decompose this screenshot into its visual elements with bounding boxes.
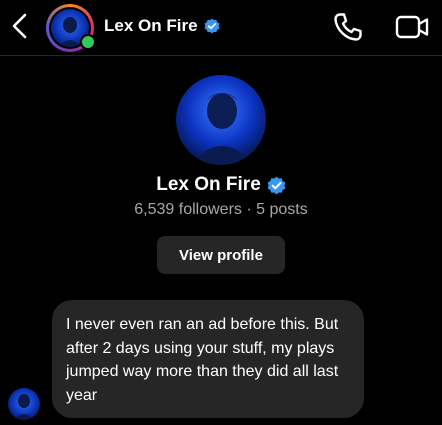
view-profile-button[interactable]: View profile	[157, 236, 285, 274]
profile-avatar[interactable]	[176, 75, 266, 165]
profile-name-text: Lex On Fire	[156, 174, 261, 195]
phone-icon	[334, 13, 362, 41]
profile-name: Lex On Fire	[0, 174, 442, 196]
avatar-image	[8, 388, 40, 420]
video-camera-icon	[395, 15, 429, 39]
video-call-button[interactable]	[394, 10, 430, 44]
header-title[interactable]: Lex On Fire	[104, 14, 220, 38]
message-bubble[interactable]: I never even ran an ad before this. But …	[52, 300, 364, 418]
verified-badge-icon	[267, 176, 286, 194]
verified-badge-icon	[204, 18, 219, 34]
chat-header: Lex On Fire	[0, 0, 442, 56]
contact-name: Lex On Fire	[104, 16, 198, 35]
online-status-dot	[80, 34, 96, 50]
message-sender-avatar[interactable]	[8, 388, 40, 420]
profile-stats: 6,539 followers · 5 posts	[134, 201, 308, 218]
avatar-image	[176, 75, 266, 165]
back-chevron-icon	[12, 13, 27, 39]
audio-call-button[interactable]	[331, 10, 365, 44]
back-button[interactable]	[8, 10, 32, 42]
